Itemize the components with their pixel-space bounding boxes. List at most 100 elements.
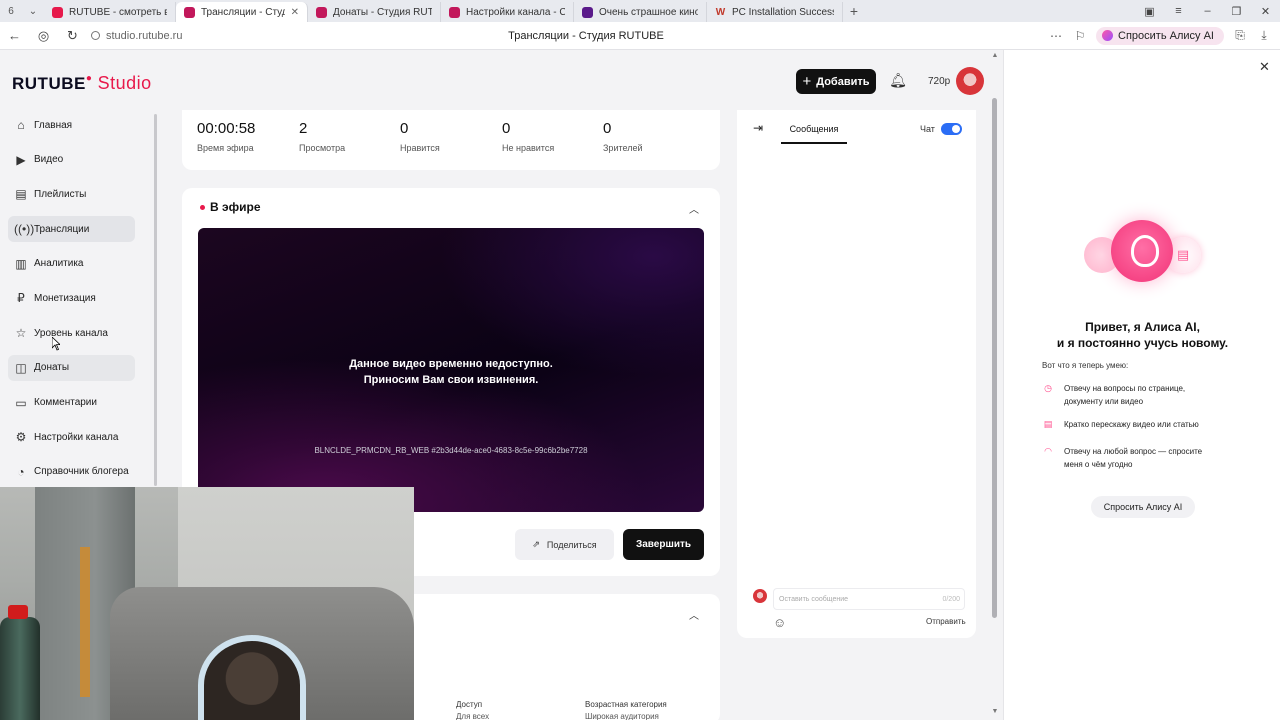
alice-capabilities-title: Вот что я теперь умею: — [1042, 361, 1129, 370]
collapse-chevron-up-icon[interactable]: ︿ — [688, 201, 700, 216]
url-field[interactable]: studio.rutube.ru — [91, 30, 182, 42]
browser-tab-streams[interactable]: Трансляции - Студия R ✕ — [176, 2, 308, 22]
address-bar: ← ◎ ↻ studio.rutube.ru Трансляции - Студ… — [0, 22, 1280, 50]
scroll-down-icon[interactable]: ▼ — [990, 708, 1000, 715]
browser-menu-icon[interactable]: 6 — [0, 0, 22, 22]
stat-value: 2 — [299, 120, 308, 137]
reload-icon[interactable]: ↻ — [58, 28, 87, 44]
stat-label: Нравится — [400, 143, 440, 153]
sidebar-item-video[interactable]: ▶ Видео — [8, 147, 135, 173]
site-info-icon[interactable] — [91, 31, 100, 40]
protect-icon[interactable]: ◎ — [29, 28, 58, 44]
webcam-door-frame — [80, 547, 90, 697]
rutube-studio-logo[interactable]: RUTUBE● Studio — [12, 73, 152, 94]
sidebar-item-label: Плейлисты — [34, 188, 87, 200]
handbook-icon: ◔ — [17, 464, 25, 479]
browser-tab-rutube[interactable]: RUTUBE - смотреть виде — [44, 2, 176, 22]
access-label: Доступ — [456, 700, 483, 709]
page-scrollbar[interactable]: ▲ ▼ — [990, 50, 1000, 720]
chat-message-input[interactable]: Оставить сообщение 0/200 — [773, 588, 965, 610]
sidebar-item-comments[interactable]: ▭ Комментарии — [8, 390, 135, 416]
sidebar-item-label: Трансляции — [34, 223, 90, 235]
pc-favicon-icon: W — [715, 6, 726, 18]
browser-tab-pc-install[interactable]: W PC Installation Successful — [707, 2, 843, 22]
sidebar-item-playlists[interactable]: ▤ Плейлисты — [8, 181, 135, 207]
screenshot-icon[interactable]: ⎘ — [1232, 28, 1248, 43]
sidebar-item-monetization[interactable]: ₽ Монетизация — [8, 285, 135, 311]
download-icon[interactable]: ⤓ — [1256, 28, 1272, 43]
close-icon[interactable]: ✕ — [1259, 59, 1270, 75]
browser-tab-donates[interactable]: Донаты - Студия RUTUB — [308, 2, 441, 22]
logo-main: RUTUBE — [12, 74, 86, 93]
mouse-cursor-icon — [52, 337, 60, 351]
sidebar-item-analytics[interactable]: ▥ Аналитика — [8, 251, 135, 277]
minimize-icon[interactable]: – — [1193, 5, 1222, 18]
send-button[interactable]: Отправить — [926, 617, 966, 626]
share-button[interactable]: ⇗ Поделиться — [515, 529, 614, 560]
close-tab-icon[interactable]: ✕ — [291, 7, 299, 18]
tab-label: RUTUBE - смотреть виде — [69, 6, 167, 18]
sidebar-item-streams[interactable]: ((•)) Трансляции — [8, 216, 135, 243]
scroll-thumb[interactable] — [992, 98, 997, 618]
new-tab-icon[interactable]: + — [843, 3, 865, 19]
video-player[interactable]: Данное видео временно недоступно. Принос… — [198, 228, 704, 512]
collapse-chevron-up-icon[interactable]: ︿ — [688, 607, 700, 622]
user-avatar[interactable] — [956, 67, 984, 95]
sidebar-item-channel-settings[interactable]: ⚙ Настройки канала — [8, 424, 135, 450]
sidebar-item-donates[interactable]: ◫ Донаты — [8, 354, 135, 381]
browser-tab-film[interactable]: Очень страшное кино 6 | — [574, 2, 707, 22]
alice-greeting: Привет, я Алиса AI, и я постоянно учусь … — [1004, 319, 1280, 351]
settings-icon: ⚙ — [15, 430, 27, 445]
sidebar-item-channel-level[interactable]: ☆ Уровень канала — [8, 320, 135, 346]
tabs-dropdown-icon[interactable]: ⌄ — [22, 0, 44, 22]
url-text: studio.rutube.ru — [106, 29, 183, 42]
player-unavailable-message: Данное видео временно недоступно. Принос… — [198, 356, 704, 388]
browser-tab-channel-settings[interactable]: Настройки канала - Студ — [441, 2, 574, 22]
stat-value: 0 — [400, 120, 409, 137]
close-window-icon[interactable]: ✕ — [1251, 5, 1280, 18]
rutube-studio-favicon-icon — [316, 6, 327, 18]
feature-text: документу или видео — [1064, 397, 1144, 406]
notifications-bell-icon[interactable]: 🔔︎ — [889, 72, 907, 90]
tab-messages[interactable]: Сообщения — [781, 124, 847, 144]
share-button-label: Поделиться — [546, 539, 597, 550]
stat-value: 00:00:58 — [197, 120, 256, 137]
scroll-up-icon[interactable]: ▲ — [990, 52, 1000, 59]
alice-logo-icon — [1111, 220, 1173, 282]
stat-label: Время эфира — [197, 143, 254, 153]
more-icon[interactable]: ⋯ — [1048, 29, 1064, 43]
bookmarks-icon[interactable]: ▣ — [1135, 5, 1164, 18]
collapse-panel-icon[interactable]: ⇥ — [753, 121, 763, 135]
ask-alice-panel-button[interactable]: Спросить Алису AI — [1091, 496, 1195, 518]
comments-icon: ▭ — [15, 395, 27, 410]
stream-stats-card: 00:00:58 Время эфира 2 Просмотра 0 Нрави… — [182, 110, 720, 170]
ask-alice-button[interactable]: Спросить Алису AI — [1096, 26, 1224, 45]
alice-feature: ◷ Отвечу на вопросы по странице, документ… — [1042, 382, 1242, 408]
bookmark-icon[interactable]: ⚐ — [1072, 29, 1088, 43]
player-error-code: BLNCLDE_PRMCDN_RB_WEB #2b3d44de-ace0-468… — [314, 446, 588, 455]
age-category-value: Широкая аудитория — [585, 712, 659, 720]
sidebar-item-blogger-handbook[interactable]: ◔ Справочник блогера — [8, 459, 135, 485]
browser-tabbar: 6 ⌄ RUTUBE - смотреть виде Трансляции - … — [0, 0, 1280, 22]
chat-toggle[interactable] — [941, 123, 962, 135]
maximize-icon[interactable]: ❐ — [1222, 5, 1251, 18]
rutube-favicon-icon — [52, 6, 63, 18]
plus-icon: + — [802, 72, 812, 90]
emoji-icon[interactable]: ☺ — [773, 615, 786, 630]
back-icon[interactable]: ← — [0, 28, 29, 43]
stat-value: 0 — [603, 120, 612, 137]
sidebar-nav: ⌂ Главная ▶ Видео ▤ Плейлисты ((•)) Тран… — [0, 112, 150, 488]
analytics-icon: ▥ — [15, 256, 27, 271]
sidebar-item-home[interactable]: ⌂ Главная — [8, 112, 135, 138]
level-icon: ☆ — [15, 326, 27, 341]
tab-label: PC Installation Successful — [732, 6, 834, 18]
sidebar-item-label: Аналитика — [34, 258, 84, 270]
menu-icon[interactable]: ≡ — [1164, 5, 1193, 18]
add-button[interactable]: + Добавить — [796, 69, 876, 94]
ask-alice-label: Спросить Алису AI — [1118, 29, 1214, 42]
home-icon: ⌂ — [17, 118, 25, 132]
end-stream-button[interactable]: Завершить — [623, 529, 704, 560]
sidebar-scrollbar[interactable] — [154, 114, 157, 486]
film-favicon-icon — [582, 6, 593, 18]
feature-text: Кратко перескажу видео или статью — [1064, 420, 1199, 429]
